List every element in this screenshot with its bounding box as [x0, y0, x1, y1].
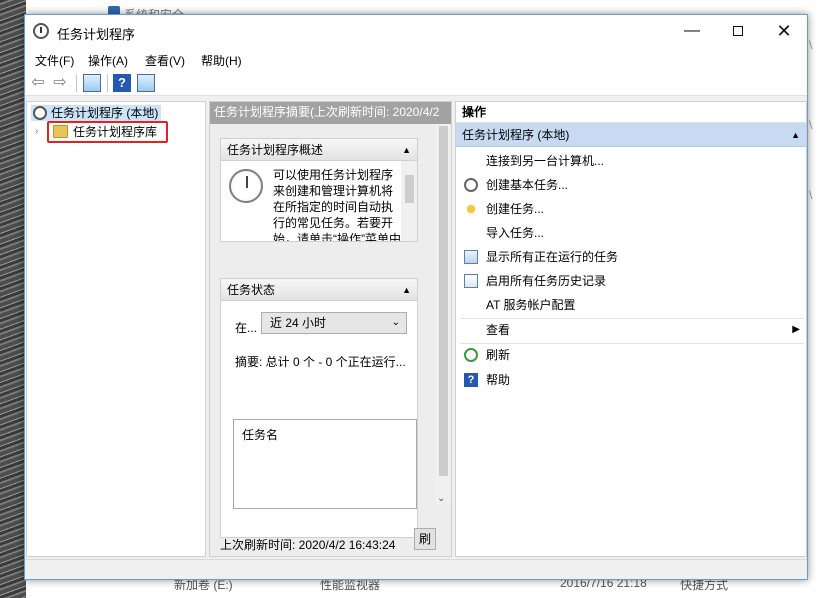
action-label: 显示所有正在运行的任务: [486, 250, 619, 264]
actions-group-label: 任务计划程序 (本地): [462, 128, 570, 142]
show-hide-console-tree-icon[interactable]: [83, 74, 101, 92]
action-connect-computer[interactable]: 连接到另一台计算机...: [456, 150, 806, 172]
status-header[interactable]: 任务状态 ▲: [221, 279, 417, 301]
background-side-mark: \: [809, 118, 813, 132]
overview-text: 可以使用任务计划程序来创建和管理计算机将在所指定的时间自动执行的常见任务。若要开…: [273, 168, 401, 241]
task-scheduler-window: 任务计划程序 — ✕ 文件(F) 操作(A) 查看(V) 帮助(H) ⇦ ⇨ ?…: [24, 14, 808, 580]
scroll-thumb[interactable]: [439, 126, 448, 476]
overview-content: 可以使用任务计划程序来创建和管理计算机将在所指定的时间自动执行的常见任务。若要开…: [221, 161, 401, 241]
action-label: AT 服务帐户配置: [486, 298, 576, 312]
clock-wizard-icon: [464, 178, 478, 192]
status-bar: [25, 559, 807, 579]
background-side-mark: \: [809, 38, 813, 52]
toolbar-divider: [107, 74, 108, 92]
actions-group-header[interactable]: 任务计划程序 (本地) ▲: [456, 123, 806, 147]
action-label: 刷新: [486, 348, 511, 362]
submenu-arrow-icon: ▶: [792, 324, 800, 335]
tree-root-item[interactable]: 任务计划程序 (本地): [31, 105, 162, 121]
action-view[interactable]: 查看 ▶: [456, 319, 806, 341]
close-button[interactable]: ✕: [761, 15, 807, 47]
action-create-basic-task[interactable]: 创建基本任务...: [456, 174, 806, 196]
action-label: 帮助: [486, 373, 511, 387]
period-value: 近 24 小时: [270, 316, 327, 330]
action-label: 启用所有任务历史记录: [486, 274, 607, 288]
summary-header: 任务计划程序摘要(上次刷新时间: 2020/4/2: [210, 102, 451, 124]
expand-arrow-icon[interactable]: ›: [35, 126, 38, 137]
action-at-service-config[interactable]: AT 服务帐户配置: [456, 294, 806, 316]
console-tree: 任务计划程序 (本地) › 任务计划程序库: [26, 101, 206, 557]
status-summary: 摘要: 总计 0 个 - 0 个正在运行...: [235, 355, 406, 369]
overview-scrollbar[interactable]: [401, 161, 417, 241]
action-label: 连接到另一台计算机...: [486, 154, 605, 168]
menu-view[interactable]: 查看(V): [145, 52, 185, 69]
title-bar[interactable]: 任务计划程序 — ✕: [25, 15, 807, 48]
back-button[interactable]: ⇦: [29, 74, 47, 92]
period-label: 在...: [235, 321, 258, 335]
refresh-icon: [464, 348, 478, 362]
collapse-icon[interactable]: ▲: [402, 279, 411, 301]
overview-title: 任务计划程序概述: [227, 143, 324, 157]
collapse-icon[interactable]: ▲: [402, 139, 411, 161]
toolbar: ⇦ ⇨ ?: [25, 70, 807, 96]
minimize-button[interactable]: —: [669, 15, 715, 47]
forward-button[interactable]: ⇨: [51, 74, 69, 92]
background-side-mark: \: [809, 188, 813, 202]
action-import-task[interactable]: 导入任务...: [456, 222, 806, 244]
action-create-task[interactable]: 创建任务...: [456, 198, 806, 220]
desktop-wallpaper: [0, 0, 26, 598]
help-icon: ?: [464, 373, 478, 387]
maximize-icon: [733, 25, 743, 36]
status-section: 任务状态 ▲ 在... 近 24 小时 ⌄ 摘要: 总计 0 个 - 0 个正在…: [220, 278, 418, 538]
folder-icon: [53, 125, 68, 138]
history-icon: [464, 274, 478, 288]
new-task-icon: [464, 202, 478, 216]
action-label: 查看: [486, 323, 511, 337]
last-refresh-text: 上次刷新时间: 2020/4/2 16:43:24: [220, 538, 396, 552]
overview-header[interactable]: 任务计划程序概述 ▲: [221, 139, 417, 161]
action-label: 创建基本任务...: [486, 178, 569, 192]
overview-section: 任务计划程序概述 ▲ 可以使用任务计划程序来创建和管理计算机将在所指定的时间自动…: [220, 138, 418, 242]
menu-help[interactable]: 帮助(H): [201, 52, 242, 69]
show-hide-action-pane-icon[interactable]: [137, 74, 155, 92]
window-title: 任务计划程序: [57, 27, 136, 42]
refresh-button[interactable]: 刷: [414, 528, 436, 550]
tree-item-label: 任务计划程序库: [73, 125, 158, 139]
clock-icon: [33, 23, 49, 39]
action-show-running-tasks[interactable]: 显示所有正在运行的任务: [456, 246, 806, 268]
summary-pane: 任务计划程序摘要(上次刷新时间: 2020/4/2 ⌄ 任务计划程序概述 ▲ 可…: [209, 101, 452, 557]
menu-file[interactable]: 文件(F): [35, 52, 74, 69]
toolbar-divider: [76, 74, 77, 92]
scroll-thumb[interactable]: [405, 175, 414, 203]
summary-body: ⌄ 任务计划程序概述 ▲ 可以使用任务计划程序来创建和管理计算机将在所指定的时间…: [210, 124, 451, 556]
maximize-button[interactable]: [715, 15, 761, 47]
actions-title: 操作: [456, 102, 806, 123]
tree-item-task-library[interactable]: 任务计划程序库: [47, 121, 168, 143]
tree-root-label: 任务计划程序 (本地): [51, 106, 159, 120]
action-refresh[interactable]: 刷新: [456, 344, 806, 366]
action-label: 创建任务...: [486, 202, 545, 216]
scroll-down-icon[interactable]: ⌄: [437, 493, 445, 504]
menu-bar: 文件(F) 操作(A) 查看(V) 帮助(H): [25, 48, 807, 70]
status-title: 任务状态: [227, 283, 276, 297]
summary-scrollbar[interactable]: ⌄: [435, 124, 451, 504]
running-tasks-icon: [464, 250, 478, 264]
period-select[interactable]: 近 24 小时 ⌄: [261, 312, 407, 334]
task-list[interactable]: 任务名: [233, 419, 417, 509]
clock-icon: [33, 106, 47, 120]
collapse-icon[interactable]: ▲: [791, 123, 800, 147]
task-name-header: 任务名: [242, 428, 279, 442]
help-icon[interactable]: ?: [113, 74, 131, 92]
action-enable-history[interactable]: 启用所有任务历史记录: [456, 270, 806, 292]
menu-action[interactable]: 操作(A): [88, 52, 128, 69]
clock-icon: [229, 169, 263, 203]
action-label: 导入任务...: [486, 226, 545, 240]
actions-pane: 操作 任务计划程序 (本地) ▲ 连接到另一台计算机... 创建基本任务... …: [455, 101, 807, 557]
chevron-down-icon: ⌄: [391, 317, 400, 328]
action-help[interactable]: ? 帮助: [456, 369, 806, 391]
